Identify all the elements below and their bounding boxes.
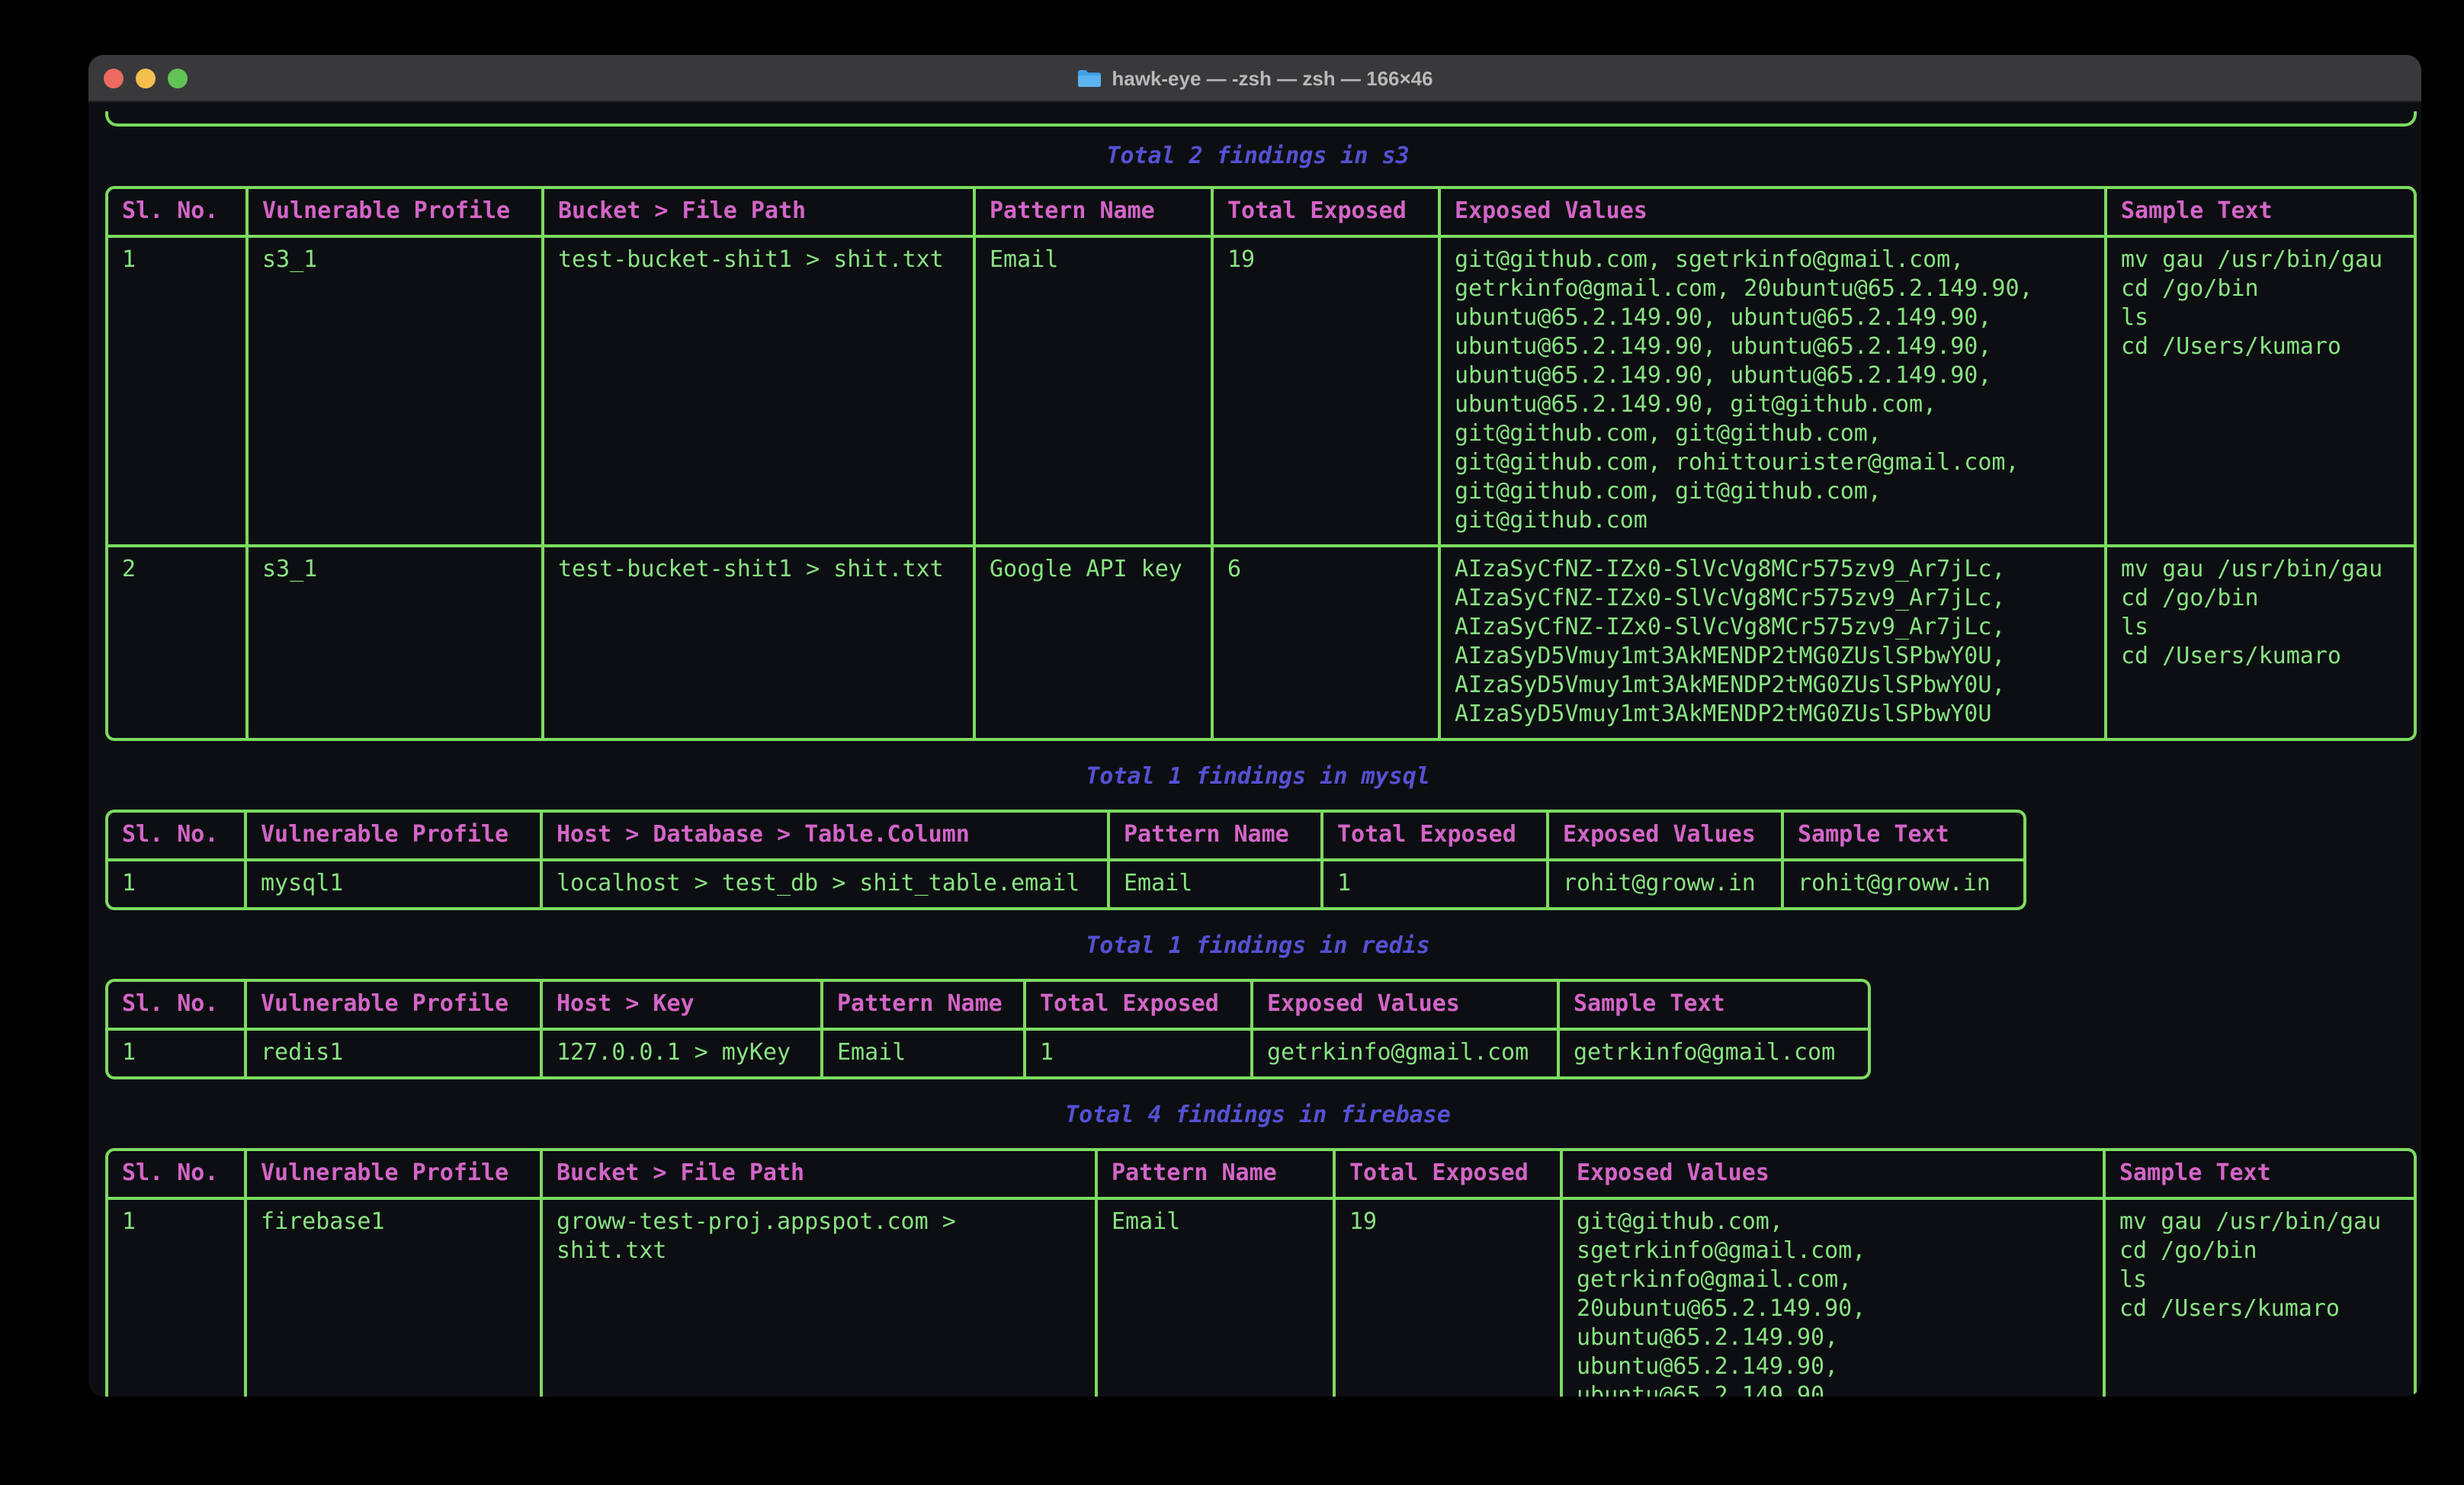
table-cell: mv gau /usr/bin/gau cd /go/bin ls cd /Us… <box>2107 547 2414 738</box>
column-header: Sample Text <box>1784 813 2023 861</box>
header-row: Sl. No.Vulnerable ProfileHost > Database… <box>108 813 2023 861</box>
table-cell: 1 <box>108 1200 247 1397</box>
table-cell: Email <box>823 1031 1026 1076</box>
column-header: Sample Text <box>2107 189 2414 238</box>
table-cell: getrkinfo@gmail.com <box>1560 1031 1868 1076</box>
table-cell: 127.0.0.1 > myKey <box>543 1031 823 1076</box>
section-title-s3: Total 2 findings in s3 <box>105 142 2411 171</box>
column-header: Sl. No. <box>108 982 247 1031</box>
table-cell: git@github.com, sgetrkinfo@gmail.com, ge… <box>1563 1200 2106 1397</box>
column-header: Total Exposed <box>1323 813 1549 861</box>
table-cell: test-bucket-shit1 > shit.txt <box>544 238 976 547</box>
column-header: Total Exposed <box>1026 982 1253 1031</box>
table-cell: Google API key <box>976 547 1214 738</box>
table-cell: mv gau /usr/bin/gau cd /go/bin ls cd /Us… <box>2107 238 2414 547</box>
terminal-window: hawk-eye — -zsh — zsh — 166×46 Total 2 f… <box>88 55 2421 1397</box>
table-cell: rohit@groww.in <box>1549 861 1784 907</box>
column-header: Sample Text <box>1560 982 1868 1031</box>
column-header: Total Exposed <box>1336 1151 1563 1200</box>
column-header: Host > Database > Table.Column <box>543 813 1110 861</box>
column-header: Pattern Name <box>1098 1151 1336 1200</box>
column-header: Exposed Values <box>1563 1151 2106 1200</box>
column-header: Vulnerable Profile <box>247 982 543 1031</box>
table-cell: Email <box>1110 861 1323 907</box>
column-header: Exposed Values <box>1441 189 2107 238</box>
table-cell: getrkinfo@gmail.com <box>1253 1031 1560 1076</box>
table-cell: 1 <box>108 238 249 547</box>
table-cell: AIzaSyCfNZ-IZx0-SlVcVg8MCr575zv9_Ar7jLc,… <box>1441 547 2107 738</box>
table-cell: s3_1 <box>249 238 544 547</box>
window-title: hawk-eye — -zsh — zsh — 166×46 <box>88 66 2421 89</box>
column-header: Bucket > File Path <box>543 1151 1098 1200</box>
table-cell: Email <box>1098 1200 1336 1397</box>
table-cell: localhost > test_db > shit_table.email <box>543 861 1110 907</box>
table-row: 2s3_1test-bucket-shit1 > shit.txtGoogle … <box>108 547 2414 738</box>
column-header: Sl. No. <box>108 813 247 861</box>
column-header: Vulnerable Profile <box>247 813 543 861</box>
table-cell: 19 <box>1336 1200 1563 1397</box>
table-row: 1redis1127.0.0.1 > myKeyEmail1getrkinfo@… <box>108 1031 1868 1076</box>
table-cell: mysql1 <box>247 861 543 907</box>
table-row: 1mysql1localhost > test_db > shit_table.… <box>108 861 2023 907</box>
column-header: Exposed Values <box>1549 813 1784 861</box>
column-header: Vulnerable Profile <box>249 189 544 238</box>
table-cell: 19 <box>1214 238 1441 547</box>
table-cell: firebase1 <box>247 1200 543 1397</box>
table-cell: s3_1 <box>249 547 544 738</box>
table-cell: 1 <box>1323 861 1549 907</box>
previous-table-bottom-border <box>105 111 2417 127</box>
findings-table-mysql: Sl. No.Vulnerable ProfileHost > Database… <box>105 810 2026 910</box>
table-cell: test-bucket-shit1 > shit.txt <box>544 547 976 738</box>
table-row: 1s3_1test-bucket-shit1 > shit.txtEmail19… <box>108 238 2414 547</box>
header-row: Sl. No.Vulnerable ProfileHost > KeyPatte… <box>108 982 1868 1031</box>
table-cell: 1 <box>108 861 247 907</box>
table-cell: git@github.com, sgetrkinfo@gmail.com, ge… <box>1441 238 2107 547</box>
desktop: hawk-eye — -zsh — zsh — 166×46 Total 2 f… <box>0 0 2464 1485</box>
column-header: Sl. No. <box>108 189 249 238</box>
table-cell: 6 <box>1214 547 1441 738</box>
table-cell: redis1 <box>247 1031 543 1076</box>
terminal-content[interactable]: Total 2 findings in s3 Sl. No.Vulnerable… <box>88 102 2421 1397</box>
table-cell: mv gau /usr/bin/gau cd /go/bin ls cd /Us… <box>2106 1200 2414 1397</box>
column-header: Host > Key <box>543 982 823 1031</box>
column-header: Pattern Name <box>976 189 1214 238</box>
header-row: Sl. No.Vulnerable ProfileBucket > File P… <box>108 189 2414 238</box>
table-cell: Email <box>976 238 1214 547</box>
table-cell: 1 <box>108 1031 247 1076</box>
column-header: Total Exposed <box>1214 189 1441 238</box>
header-row: Sl. No.Vulnerable ProfileBucket > File P… <box>108 1151 2414 1200</box>
column-header: Pattern Name <box>1110 813 1323 861</box>
column-header: Vulnerable Profile <box>247 1151 543 1200</box>
table-cell: 1 <box>1026 1031 1253 1076</box>
window-titlebar[interactable]: hawk-eye — -zsh — zsh — 166×46 <box>88 55 2421 102</box>
column-header: Exposed Values <box>1253 982 1560 1031</box>
table-cell: 2 <box>108 547 249 738</box>
column-header: Sample Text <box>2106 1151 2414 1200</box>
section-title-mysql: Total 1 findings in mysql <box>105 762 2411 791</box>
column-header: Sl. No. <box>108 1151 247 1200</box>
section-title-firebase: Total 4 findings in firebase <box>105 1101 2411 1130</box>
table-cell: rohit@groww.in <box>1784 861 2023 907</box>
column-header: Bucket > File Path <box>544 189 976 238</box>
findings-table-redis: Sl. No.Vulnerable ProfileHost > KeyPatte… <box>105 979 1871 1079</box>
table-row: 1firebase1groww-test-proj.appspot.com > … <box>108 1200 2414 1397</box>
section-title-redis: Total 1 findings in redis <box>105 932 2411 961</box>
findings-table-firebase: Sl. No.Vulnerable ProfileBucket > File P… <box>105 1148 2417 1397</box>
table-cell: groww-test-proj.appspot.com > shit.txt <box>543 1200 1098 1397</box>
folder-icon <box>1076 68 1102 88</box>
findings-table-s3: Sl. No.Vulnerable ProfileBucket > File P… <box>105 186 2417 741</box>
column-header: Pattern Name <box>823 982 1026 1031</box>
